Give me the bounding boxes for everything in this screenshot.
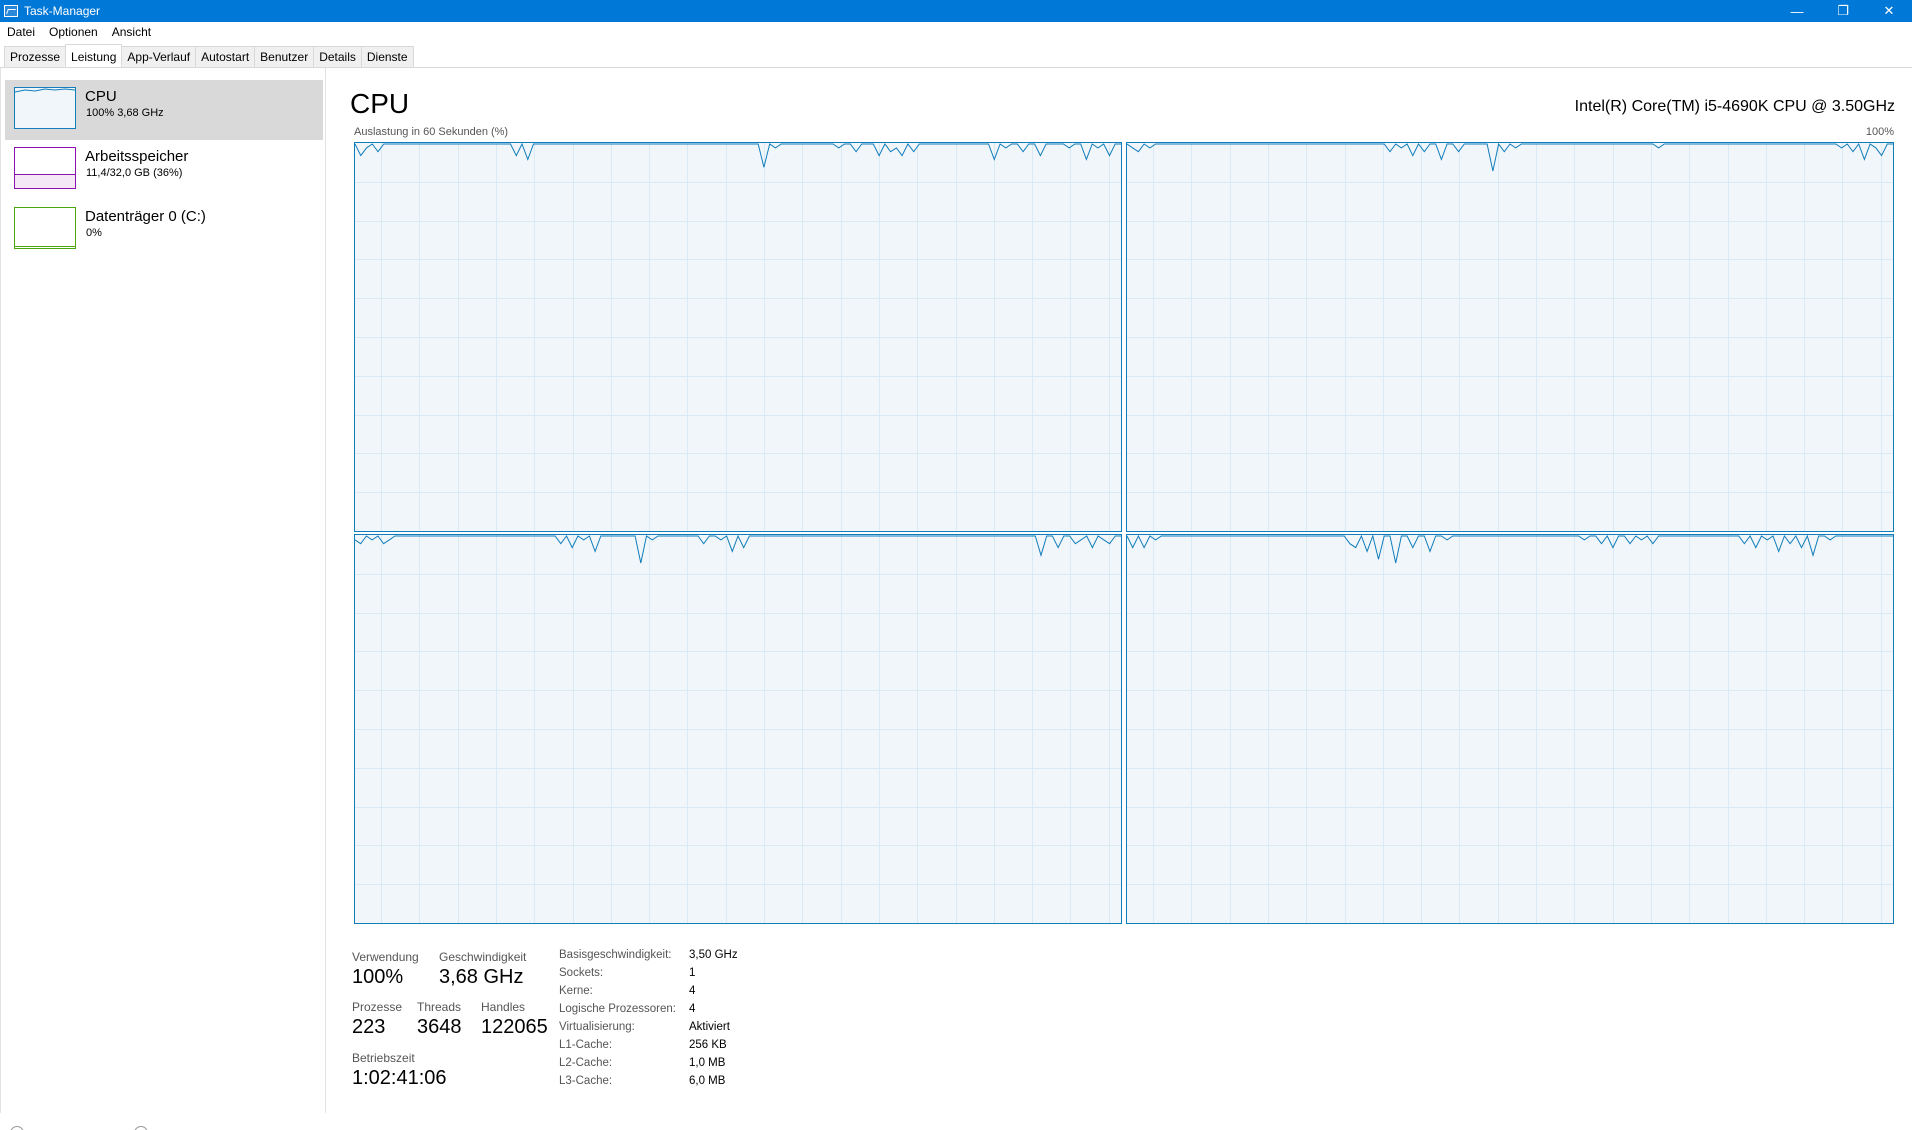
cpu-core-graph-1[interactable] [354,142,1122,532]
tab-leistung[interactable]: Leistung [65,44,123,66]
footer-bar [0,1113,1912,1130]
base-speed-label: Basisgeschwindigkeit: [559,949,672,961]
cpu-thumbnail-graph [14,87,76,129]
sidebar-item-cpu[interactable]: CPU 100% 3,68 GHz [5,80,323,140]
processes-label: Prozesse [352,1000,403,1014]
l2-cache-value: 1,0 MB [689,1057,726,1069]
sidebar-item-detail: 100% 3,68 GHz [86,107,164,119]
resource-monitor-icon[interactable] [134,1126,148,1130]
l2-cache-label: L2-Cache: [559,1057,613,1069]
l1-cache-value: 256 KB [689,1039,727,1051]
processes-value: 223 [352,1016,386,1038]
window-controls: — ❐ ✕ [1774,0,1912,22]
tab-app-verlauf[interactable]: App-Verlauf [121,46,197,67]
virtualization-value: Aktiviert [689,1021,730,1033]
handles-label: Handles [481,1000,526,1014]
tab-dienste[interactable]: Dienste [360,46,414,67]
cpu-model-name: Intel(R) Core(TM) i5-4690K CPU @ 3.50GHz [1574,98,1895,115]
cpu-core-graph-2[interactable] [1126,142,1894,532]
cpu-graph-canvas [355,143,1121,531]
logical-processors-label: Logische Prozessoren: [559,1003,676,1015]
menu-ansicht[interactable]: Ansicht [105,22,158,42]
sidebar-item-memory[interactable]: Arbeitsspeicher 11,4/32,0 GB (36%) [5,140,323,200]
l3-cache-value: 6,0 MB [689,1075,726,1087]
utilization-max-label: 100% [1865,126,1894,138]
logical-processors-value: 4 [689,1003,696,1015]
minimize-button[interactable]: — [1774,0,1820,22]
handles-value: 122065 [481,1016,548,1038]
cpu-detail-panel: CPU Intel(R) Core(TM) i5-4690K CPU @ 3.5… [327,68,1912,1113]
tab-benutzer[interactable]: Benutzer [254,46,315,67]
usage-label: Verwendung [352,950,419,964]
cores-value: 4 [689,985,696,997]
disk-thumbnail-graph [14,207,76,249]
window-title: Task-Manager [24,4,101,18]
utilization-axis-label: Auslastung in 60 Sekunden (%) [354,126,509,138]
sidebar-item-label: Arbeitsspeicher [85,148,189,165]
cpu-graph-canvas [355,535,1121,923]
sidebar-item-label: Datenträger 0 (C:) [85,208,206,225]
task-manager-icon [4,5,18,17]
memory-thumbnail-graph [14,147,76,189]
tab-details[interactable]: Details [313,46,362,67]
cpu-core-usage-line [355,535,1121,564]
cpu-graph-canvas [1127,143,1893,531]
speed-value: 3,68 GHz [439,966,524,988]
task-manager-window: Task-Manager — ❐ ✕ Datei Optionen Ansich… [0,0,1912,1130]
cpu-core-usage-line [1127,143,1893,172]
tab-autostart[interactable]: Autostart [195,46,256,67]
uptime-label: Betriebszeit [352,1051,415,1065]
sockets-value: 1 [689,967,696,979]
l3-cache-label: L3-Cache: [559,1075,613,1087]
close-button[interactable]: ✕ [1866,0,1912,22]
tab-strip: Prozesse Leistung App-Verlauf Autostart … [0,44,1912,68]
l1-cache-label: L1-Cache: [559,1039,613,1051]
cpu-core-usage-line [355,143,1121,168]
cpu-core-usage-line [1127,535,1893,564]
usage-value: 100% [352,966,404,988]
sockets-label: Sockets: [559,967,604,979]
menu-datei[interactable]: Datei [0,22,42,42]
sidebar-item-disk[interactable]: Datenträger 0 (C:) 0% [5,200,323,260]
fewer-details-icon[interactable] [10,1126,24,1130]
restore-button[interactable]: ❐ [1820,0,1866,22]
virtualization-label: Virtualisierung: [559,1021,635,1033]
speed-label: Geschwindigkeit [439,950,527,964]
resource-sidebar: CPU 100% 3,68 GHz Arbeitsspeicher 11,4/3… [0,68,326,1113]
page-title: CPU [350,88,410,119]
uptime-value: 1:02:41:06 [352,1067,447,1089]
sidebar-item-detail: 0% [86,227,102,239]
cores-label: Kerne: [559,985,593,997]
title-bar[interactable]: Task-Manager — ❐ ✕ [0,0,1912,22]
sidebar-item-label: CPU [85,88,117,105]
cpu-core-graph-4[interactable] [1126,534,1894,924]
base-speed-value: 3,50 GHz [689,949,738,961]
threads-label: Threads [417,1000,462,1014]
cpu-core-graph-3[interactable] [354,534,1122,924]
tab-prozesse[interactable]: Prozesse [4,46,67,67]
cpu-graph-canvas [1127,535,1893,923]
menu-optionen[interactable]: Optionen [42,22,105,42]
threads-value: 3648 [417,1016,462,1038]
menu-bar: Datei Optionen Ansicht [0,22,1912,42]
sidebar-item-detail: 11,4/32,0 GB (36%) [86,167,183,179]
